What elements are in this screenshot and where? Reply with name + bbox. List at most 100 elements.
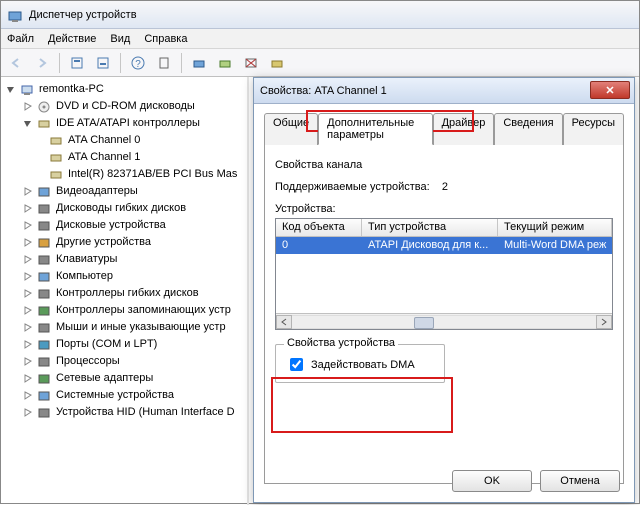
tree-dvd[interactable]: DVD и CD-ROM дисководы xyxy=(5,98,247,115)
scan-hardware-button[interactable] xyxy=(187,51,211,75)
listview-header: Код объекта Тип устройства Текущий режим xyxy=(276,219,612,237)
col-current-mode[interactable]: Текущий режим xyxy=(498,219,612,236)
tree-item[interactable]: Сетевые адаптеры xyxy=(5,370,247,387)
scroll-thumb[interactable] xyxy=(414,317,434,329)
devices-listview[interactable]: Код объекта Тип устройства Текущий режим… xyxy=(275,218,613,330)
cancel-button[interactable]: Отмена xyxy=(540,470,620,492)
tree-item[interactable]: Клавиатуры xyxy=(5,251,247,268)
supported-devices-label: Поддерживаемые устройства: xyxy=(275,181,430,193)
expand-icon[interactable] xyxy=(22,407,33,418)
device-properties-legend: Свойства устройства xyxy=(284,337,398,349)
tree-item[interactable]: Дисководы гибких дисков xyxy=(5,200,247,217)
tree-item[interactable]: Компьютер xyxy=(5,268,247,285)
scroll-left-icon[interactable] xyxy=(276,315,292,329)
expand-icon[interactable] xyxy=(22,271,33,282)
device-properties-group: Свойства устройства Задействовать DMA xyxy=(275,344,445,383)
disk-icon xyxy=(36,218,52,234)
highlight-device-properties xyxy=(271,377,453,433)
channel-icon xyxy=(48,150,64,166)
tree-ata-channel-1[interactable]: ATA Channel 1 xyxy=(5,149,247,166)
toolbar-button-2[interactable] xyxy=(91,51,115,75)
toolbar-button-6[interactable] xyxy=(239,51,263,75)
back-button xyxy=(4,51,28,75)
expand-icon[interactable] xyxy=(22,101,33,112)
tab-page-advanced: Свойства канала Поддерживаемые устройств… xyxy=(264,144,624,484)
expand-icon[interactable] xyxy=(22,288,33,299)
close-icon: ✕ xyxy=(605,84,614,97)
supported-devices-value: 2 xyxy=(442,181,448,193)
menu-file[interactable]: Файл xyxy=(7,29,34,48)
tree-item[interactable]: Устройства HID (Human Interface D xyxy=(5,404,247,421)
tree-item[interactable]: Процессоры xyxy=(5,353,247,370)
toolbar-button-1[interactable] xyxy=(65,51,89,75)
cell-mode: Multi-Word DMA реж xyxy=(498,237,612,254)
tree-item[interactable]: Видеоадаптеры xyxy=(5,183,247,200)
expand-icon[interactable] xyxy=(22,237,33,248)
expand-icon[interactable] xyxy=(22,373,33,384)
menu-help[interactable]: Справка xyxy=(144,29,187,48)
scroll-track[interactable] xyxy=(292,315,596,329)
horizontal-scrollbar[interactable] xyxy=(276,313,612,329)
col-device-type[interactable]: Тип устройства xyxy=(362,219,498,236)
mouse-icon xyxy=(36,320,52,336)
toolbar-button-5[interactable] xyxy=(213,51,237,75)
tab-resources[interactable]: Ресурсы xyxy=(563,113,624,145)
collapse-icon[interactable] xyxy=(22,118,33,129)
expand-icon[interactable] xyxy=(22,203,33,214)
toolbar-button-7[interactable] xyxy=(265,51,289,75)
tab-general[interactable]: Общие xyxy=(264,113,318,145)
ok-button[interactable]: OK xyxy=(452,470,532,492)
expand-icon[interactable] xyxy=(22,186,33,197)
expand-icon[interactable] xyxy=(22,322,33,333)
computer-icon xyxy=(19,82,35,98)
tab-strip: Общие Дополнительные параметры Драйвер С… xyxy=(264,112,624,144)
expand-icon[interactable] xyxy=(22,254,33,265)
tree-root[interactable]: remontka-PC xyxy=(5,81,247,98)
tree-item[interactable]: Порты (COM и LPT) xyxy=(5,336,247,353)
expand-icon[interactable] xyxy=(22,220,33,231)
display-icon xyxy=(36,184,52,200)
network-icon xyxy=(36,371,52,387)
help-button[interactable]: ? xyxy=(126,51,150,75)
col-object-id[interactable]: Код объекта xyxy=(276,219,362,236)
enable-dma-checkbox[interactable]: Задействовать DMA xyxy=(286,355,434,374)
menu-action[interactable]: Действие xyxy=(48,29,96,48)
cpu-icon xyxy=(36,354,52,370)
tree-item-label: Сетевые адаптеры xyxy=(55,370,153,387)
tree-item-label: Системные устройства xyxy=(55,387,174,404)
channel-icon xyxy=(48,133,64,149)
controller-icon xyxy=(36,116,52,132)
menu-view[interactable]: Вид xyxy=(110,29,130,48)
tree-intel-controller[interactable]: Intel(R) 82371AB/EB PCI Bus Mas xyxy=(5,166,247,183)
collapse-icon[interactable] xyxy=(5,84,16,95)
forward-button xyxy=(30,51,54,75)
tree-item[interactable]: Контроллеры гибких дисков xyxy=(5,285,247,302)
devices-label: Устройства: xyxy=(275,203,613,215)
tree-item-label: Мыши и иные указывающие устр xyxy=(55,319,226,336)
tree-item-label: Другие устройства xyxy=(55,234,151,251)
close-button[interactable]: ✕ xyxy=(590,81,630,99)
tree-ide[interactable]: IDE ATA/ATAPI контроллеры xyxy=(5,115,247,132)
computer-icon xyxy=(36,269,52,285)
device-row-selected[interactable]: 0 ATAPI Дисковод для к... Multi-Word DMA… xyxy=(276,237,612,254)
enable-dma-input[interactable] xyxy=(290,358,303,371)
expand-icon[interactable] xyxy=(22,305,33,316)
tree-item[interactable]: Дисковые устройства xyxy=(5,217,247,234)
keyboard-icon xyxy=(36,252,52,268)
tree-item[interactable]: Мыши и иные указывающие устр xyxy=(5,319,247,336)
tree-ata-channel-0[interactable]: ATA Channel 0 xyxy=(5,132,247,149)
tree-item[interactable]: Контроллеры запоминающих устр xyxy=(5,302,247,319)
scroll-right-icon[interactable] xyxy=(596,315,612,329)
device-tree[interactable]: remontka-PC DVD и CD-ROM дисководы IDE A… xyxy=(1,77,249,505)
expand-icon[interactable] xyxy=(22,339,33,350)
tab-details[interactable]: Сведения xyxy=(494,113,562,145)
dialog-title: Свойства: ATA Channel 1 xyxy=(260,85,387,97)
tree-item[interactable]: Системные устройства xyxy=(5,387,247,404)
toolbar-button-3[interactable] xyxy=(152,51,176,75)
tab-advanced[interactable]: Дополнительные параметры xyxy=(318,113,432,145)
dialog-titlebar[interactable]: Свойства: ATA Channel 1 ✕ xyxy=(254,78,634,104)
expand-icon[interactable] xyxy=(22,356,33,367)
tree-item[interactable]: Другие устройства xyxy=(5,234,247,251)
expand-icon[interactable] xyxy=(22,390,33,401)
tab-driver[interactable]: Драйвер xyxy=(433,113,495,145)
